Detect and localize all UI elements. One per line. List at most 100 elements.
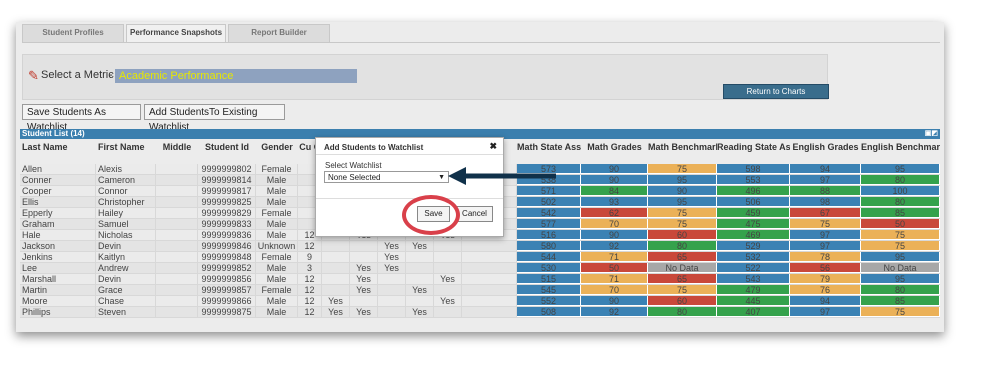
cell-gender: Male [256, 274, 298, 284]
table-row[interactable]: Lee Andrew 9999999852 Male 3 Yes Yes 530 50 No Da… [20, 263, 940, 274]
table-row[interactable]: Marshall Devin 9999999856 Male 12 Yes Yes 515 71… [20, 274, 940, 285]
cell-mid [156, 164, 198, 174]
score-cell: 90 [581, 296, 648, 306]
dropdown-arrow-icon: ▼ [438, 174, 445, 181]
cell-f5 [462, 252, 517, 262]
score-cell: 90 [581, 230, 648, 240]
cell-gender: Unknown [256, 241, 298, 251]
cell-f1: Yes [350, 263, 378, 273]
score-cell: 95 [861, 164, 940, 174]
save-watchlist-button[interactable]: Save Students As Watchlist [22, 104, 141, 133]
add-to-watchlist-button[interactable]: Add StudentsTo Existing Watchlist [144, 104, 285, 133]
cell-last: Allen [20, 164, 96, 174]
cell-mid [156, 263, 198, 273]
cell-gender: Female [256, 285, 298, 295]
watchlist-select[interactable]: None Selected ▼ [324, 171, 449, 183]
tab-student-profiles[interactable]: Student Profiles [22, 24, 124, 42]
score-cell: 76 [790, 285, 861, 295]
cell-gender: Male [256, 175, 298, 185]
cell-f4 [434, 252, 462, 262]
score-cell: 97 [790, 241, 861, 251]
score-cell: 502 [517, 197, 581, 207]
score-cell: 445 [717, 296, 790, 306]
cell-gender: Male [256, 263, 298, 273]
tab-divider [22, 42, 940, 43]
cell-last: Graham [20, 219, 96, 229]
score-cell: 79 [790, 274, 861, 284]
cell-first: Kaitlyn [96, 252, 156, 262]
highlight-circle [402, 195, 460, 235]
cell-mid [156, 208, 198, 218]
column-header[interactable]: Reading State Assessments [717, 140, 790, 164]
cell-f4 [434, 285, 462, 295]
cell-id: 9999999825 [198, 197, 256, 207]
return-to-charts-button[interactable]: Return to Charts [723, 84, 829, 99]
cell-f1: Yes [350, 307, 378, 317]
cell-mid [156, 197, 198, 207]
cell-g: 12 [298, 241, 322, 251]
cell-f3: Yes [406, 241, 434, 251]
column-header[interactable]: Math Grades [581, 140, 648, 164]
table-row[interactable]: Jenkins Kaitlyn 9999999848 Female 9 Yes 544 71 6… [20, 252, 940, 263]
column-header[interactable]: Math State Assessments [517, 140, 581, 164]
score-cell: 97 [790, 307, 861, 317]
cell-gender: Male [256, 296, 298, 306]
score-cell: 95 [648, 175, 717, 185]
export-icons[interactable]: ▣◩ [925, 129, 938, 139]
score-cell: 532 [717, 252, 790, 262]
watchlist-select-label: Select Watchlist [325, 161, 382, 170]
column-header[interactable]: Gender [256, 140, 298, 164]
cell-f0: Yes [322, 307, 350, 317]
cell-f3: Yes [406, 285, 434, 295]
column-header[interactable]: Math Benchmarks [648, 140, 717, 164]
cell-last: Jenkins [20, 252, 96, 262]
cell-last: Phillips [20, 307, 96, 317]
score-cell: 70 [581, 219, 648, 229]
cell-id: 9999999829 [198, 208, 256, 218]
cell-f4: Yes [434, 274, 462, 284]
cell-last: Cooper [20, 186, 96, 196]
column-header[interactable]: Student Id [198, 140, 256, 164]
column-header[interactable]: Last Name [20, 140, 96, 164]
table-row[interactable]: Moore Chase 9999999866 Male 12 Yes Yes 552 90 60 4… [20, 296, 940, 307]
cell-first: Cameron [96, 175, 156, 185]
score-cell: 95 [861, 252, 940, 262]
table-row[interactable]: Jackson Devin 9999999846 Unknown 12 Yes Yes 580… [20, 241, 940, 252]
score-cell: 407 [717, 307, 790, 317]
cell-mid [156, 274, 198, 284]
metric-select[interactable]: Academic Performance [109, 68, 357, 83]
modal-title: Add Students to Watchlist [324, 143, 424, 152]
score-cell: 529 [717, 241, 790, 251]
score-cell: 522 [717, 263, 790, 273]
cell-id: 9999999817 [198, 186, 256, 196]
cell-f4 [434, 241, 462, 251]
cell-gender: Female [256, 252, 298, 262]
cell-last: Moore [20, 296, 96, 306]
close-icon[interactable]: ✖ [489, 141, 497, 152]
score-cell: 542 [517, 208, 581, 218]
cell-first: Andrew [96, 263, 156, 273]
table-row[interactable]: Martin Grace 9999999857 Female 12 Yes Yes 545 70… [20, 285, 940, 296]
cell-f3 [406, 296, 434, 306]
score-cell: 80 [648, 241, 717, 251]
score-cell: 90 [581, 175, 648, 185]
table-row[interactable]: Phillips Steven 9999999875 Male 12 Yes Yes Yes 5… [20, 307, 940, 318]
tab-performance-snapshots[interactable]: Performance Snapshots [126, 24, 226, 42]
column-header[interactable]: Middle [156, 140, 198, 164]
cell-f5 [462, 241, 517, 251]
cell-f1 [350, 241, 378, 251]
column-header[interactable]: English Benchmarks [861, 140, 940, 164]
tab-report-builder[interactable]: Report Builder [228, 24, 330, 42]
cell-id: 9999999833 [198, 219, 256, 229]
score-cell: 97 [790, 230, 861, 240]
annotation-arrow-icon [448, 167, 556, 185]
cancel-button[interactable]: Cancel [456, 206, 493, 222]
cell-first: Devin [96, 274, 156, 284]
score-cell: 80 [861, 175, 940, 185]
score-cell: 88 [790, 186, 861, 196]
column-header[interactable]: First Name [96, 140, 156, 164]
cell-f0 [322, 263, 350, 273]
cell-f1 [350, 296, 378, 306]
score-cell: 65 [648, 274, 717, 284]
column-header[interactable]: English Grades [790, 140, 861, 164]
